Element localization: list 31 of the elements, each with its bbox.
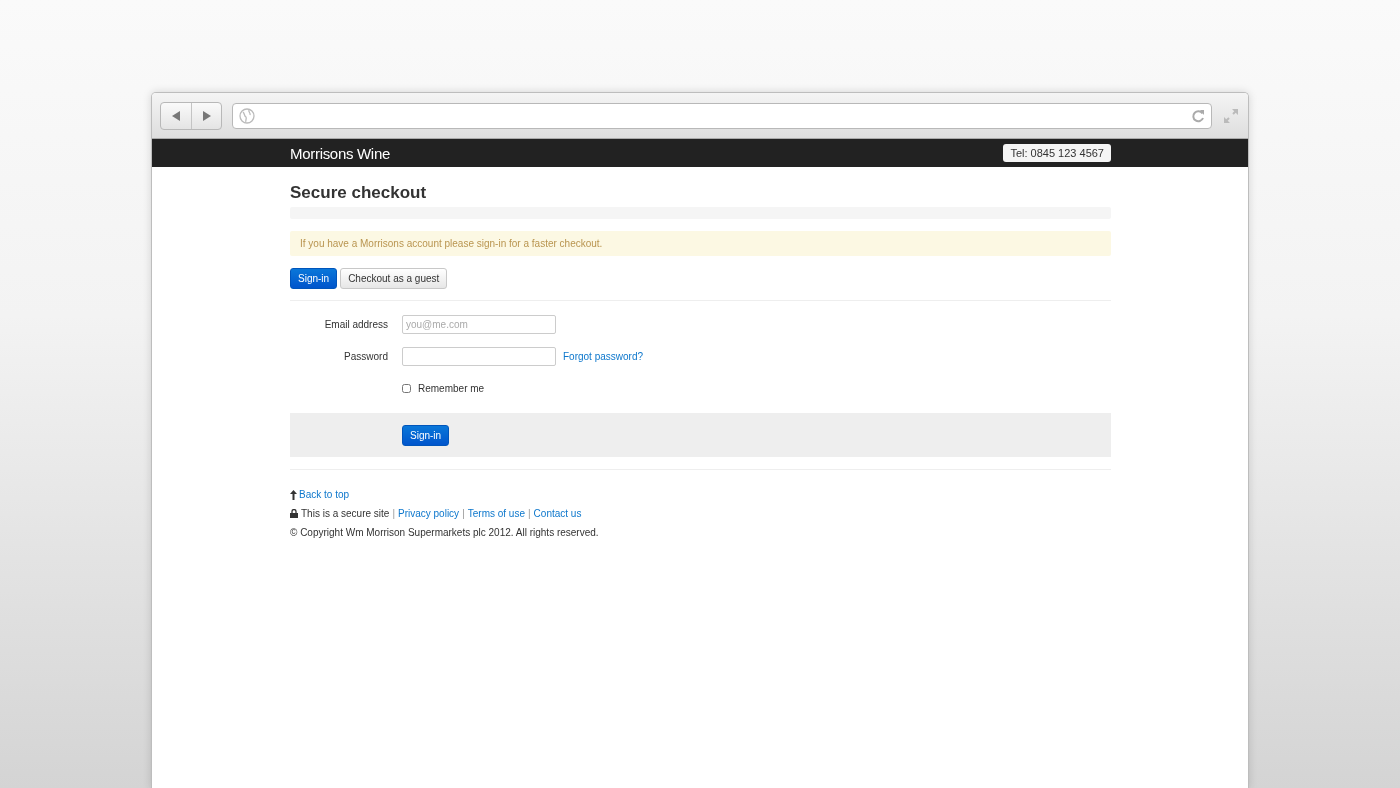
checkout-tab[interactable]: Checkout as a guest bbox=[340, 268, 448, 289]
copyright-text: © Copyright Wm Morrison Supermarkets plc 2012. All rights reserved. bbox=[290, 527, 600, 538]
lock-icon bbox=[290, 509, 298, 518]
brand-link[interactable]: Morrisons Wine bbox=[290, 144, 390, 162]
page-title: Secure checkout bbox=[290, 183, 428, 203]
password-field[interactable] bbox=[402, 346, 556, 366]
footer-link[interactable]: Privacy policy bbox=[398, 508, 460, 519]
fullscreen-icon[interactable] bbox=[1222, 106, 1240, 125]
separator: | bbox=[462, 508, 465, 519]
globe-icon bbox=[239, 107, 255, 124]
field-label: Email address bbox=[323, 318, 388, 330]
reload-icon[interactable] bbox=[1191, 108, 1205, 123]
footer-link[interactable]: Contact us bbox=[533, 508, 582, 519]
back-to-top-link[interactable]: Back to top bbox=[299, 489, 350, 500]
right-triangle-icon bbox=[202, 110, 211, 121]
notice-alert: If you have a Morrisons account please sign-in for a faster checkout. bbox=[290, 231, 1111, 256]
left-triangle-icon bbox=[172, 110, 180, 121]
checkbox-label: Remember me bbox=[418, 382, 485, 394]
separator: | bbox=[528, 508, 531, 519]
sign-in-button[interactable]: Sign-in bbox=[402, 424, 450, 446]
forgot-password-link[interactable]: Forgot password? bbox=[563, 350, 644, 362]
field-label: Password bbox=[343, 350, 388, 362]
arrow-up-icon bbox=[290, 489, 297, 500]
checkout-tab[interactable]: Sign-in bbox=[290, 268, 338, 289]
address-bar[interactable] bbox=[232, 102, 1212, 129]
footer-link[interactable]: Terms of use bbox=[467, 508, 525, 519]
separator: | bbox=[392, 508, 395, 519]
phone-number: Tel: 0845 123 4567 bbox=[1003, 144, 1111, 162]
secure-site-text: This is a secure site bbox=[301, 508, 390, 519]
remember-checkbox[interactable] bbox=[402, 383, 411, 393]
email-field[interactable]: you@me.com bbox=[402, 314, 556, 334]
